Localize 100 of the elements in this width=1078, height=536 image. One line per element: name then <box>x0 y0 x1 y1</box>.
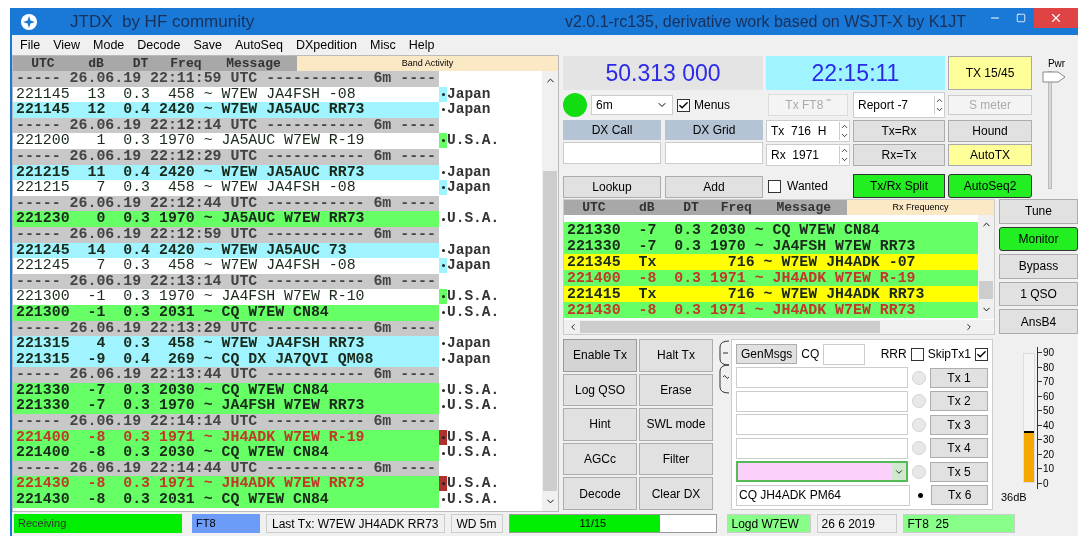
rx-frequency-spinner[interactable]: Rx 1971 <box>766 144 850 166</box>
slider-handle-icon[interactable] <box>1041 71 1066 83</box>
tx-button[interactable]: Tx 1 <box>930 367 988 388</box>
scroll-thumb[interactable] <box>979 281 993 299</box>
decode-row[interactable]: 221430 -8 0.3 2031 ~ CQ W7EW CN84 <box>13 492 439 508</box>
menu-item[interactable]: Decode <box>137 35 181 55</box>
decode-row[interactable]: 221230 0 0.3 1970 ~ JA5AUC W7EW RR73 <box>13 211 439 227</box>
control-button[interactable]: Decode <box>563 477 637 510</box>
tx-button[interactable]: Tx 5 <box>930 461 988 482</box>
close-icon[interactable] <box>1034 8 1078 28</box>
scrollbar[interactable] <box>978 215 994 319</box>
menu-item[interactable]: Help <box>408 35 435 55</box>
menu-item[interactable]: Misc <box>370 35 396 55</box>
scale-label: 50 <box>1042 405 1055 417</box>
tx-button[interactable]: Tx 3 <box>930 414 988 435</box>
dropdown-icon[interactable] <box>892 463 906 481</box>
radio-button[interactable] <box>912 370 926 385</box>
scale-label: 30 <box>1042 434 1055 446</box>
control-button[interactable]: Hint <box>563 408 637 441</box>
decode-row[interactable]: 221400 -8 0.3 2030 ~ CQ W7EW CN84 <box>13 445 439 461</box>
window-title: JTDX by HF community <box>70 10 255 33</box>
power-slider[interactable] <box>1041 71 1066 189</box>
band-select[interactable]: 6m <box>591 95 673 115</box>
genmsgs-button[interactable]: GenMsgs <box>736 344 798 364</box>
report-spinner[interactable]: Report -7 <box>853 92 945 118</box>
message-row[interactable]: 221400 -8 0.3 1971 ~ JH4ADK W7EW R-19 <box>564 270 978 286</box>
toggle-button[interactable]: Hound <box>948 120 1032 142</box>
menu-item[interactable]: AutoSeq <box>234 35 283 55</box>
message-field[interactable] <box>736 390 908 412</box>
menu-item[interactable]: View <box>53 35 81 55</box>
tx-period-button[interactable]: TX 15/45 <box>948 56 1032 90</box>
tx-frequency-spinner[interactable]: Tx 716 H <box>766 120 850 142</box>
control-button[interactable]: AGCc <box>563 442 637 476</box>
status-date: 26 6 2019 <box>816 513 897 533</box>
add-button[interactable]: Add <box>665 176 763 198</box>
side-button[interactable]: 1 QSO <box>999 281 1078 307</box>
country-label: Japan <box>447 351 491 368</box>
radio-button[interactable] <box>912 464 926 479</box>
decode-row[interactable]: 221330 -7 0.3 1970 ~ JA4FSH W7EW RR73 <box>13 398 439 415</box>
radio-button[interactable] <box>912 394 926 409</box>
horizontal-scrollbar[interactable] <box>564 320 994 334</box>
message-row[interactable]: 221415 Tx 716 ~ W7EW JH4ADK RR73 <box>564 286 978 302</box>
menu-item[interactable]: File <box>20 35 41 55</box>
tx-button[interactable]: Tx 6 <box>931 485 988 506</box>
scale-label: 60 <box>1042 390 1055 402</box>
control-button[interactable]: Erase <box>639 373 713 407</box>
radio-button[interactable] <box>912 441 926 456</box>
checkbox[interactable] <box>677 98 690 112</box>
control-button[interactable]: Filter <box>639 442 713 476</box>
message-row[interactable]: 221330 -7 0.3 1970 ~ JA4FSH W7EW RR73 <box>564 238 978 254</box>
radio-button[interactable] <box>912 417 926 432</box>
scrollbar[interactable] <box>542 71 558 511</box>
tx-button[interactable]: Tx 2 <box>930 391 988 412</box>
decode-row[interactable]: 221430 -8 0.3 1971 ~ JH4ADK W7EW RR73 <box>13 476 439 493</box>
message-row[interactable]: 221430 -8 0.3 1971 ~ JH4ADK W7EW RR73 <box>564 302 978 318</box>
menu-item[interactable]: Save <box>193 35 222 55</box>
side-button[interactable]: Monitor <box>999 226 1078 252</box>
checkbox[interactable] <box>768 179 781 193</box>
toggle-button[interactable]: AutoTX <box>948 144 1032 166</box>
toggle-button[interactable]: Tx=Rx <box>853 120 945 142</box>
message-combo[interactable] <box>736 461 908 483</box>
field-label: DX Grid <box>665 120 763 140</box>
message-field[interactable]: CQ JH4ADK PM64 <box>736 484 910 506</box>
column-header: UTC <box>581 200 607 215</box>
control-button[interactable]: Log QSO <box>563 373 637 407</box>
scroll-thumb[interactable] <box>543 171 557 491</box>
control-button[interactable]: Halt Tx <box>639 339 713 372</box>
message-field[interactable] <box>736 414 908 436</box>
split-button[interactable]: Tx/Rx Split <box>853 174 945 198</box>
bullet-icon <box>441 342 445 346</box>
tx-button[interactable]: Tx 4 <box>930 438 988 459</box>
autoseq-button[interactable]: AutoSeq2 <box>948 174 1032 198</box>
status-watchdog: WD 5m <box>450 513 503 533</box>
message-row[interactable]: 221345 Tx 716 ~ W7EW JH4ADK -07 <box>564 254 978 270</box>
message-field[interactable] <box>736 437 908 459</box>
message-row[interactable]: 221330 -7 0.3 2030 ~ CQ W7EW CN84 <box>564 222 978 238</box>
side-button[interactable]: AnsB4 <box>999 309 1078 334</box>
input-field[interactable] <box>563 142 661 164</box>
toggle-button[interactable]: Rx=Tx <box>853 144 945 166</box>
spin-arrows-icon <box>934 96 944 114</box>
control-button[interactable]: Enable Tx <box>563 339 637 372</box>
scroll-left-icon[interactable] <box>568 322 578 332</box>
checkbox[interactable] <box>975 347 988 361</box>
control-button[interactable]: Clear DX <box>639 477 713 510</box>
scroll-right-icon[interactable] <box>964 322 974 332</box>
message-field[interactable] <box>736 367 908 389</box>
menu-item[interactable]: Mode <box>93 35 125 55</box>
side-button[interactable]: Tune <box>999 199 1078 224</box>
decode-row[interactable]: 221145 12 0.4 2420 ~ W7EW JA5AUC RR73 <box>13 102 439 118</box>
input-field[interactable] <box>823 343 866 365</box>
menu-item[interactable]: DXpedition <box>295 35 358 55</box>
app-logo-icon <box>20 12 38 31</box>
checkbox-label: RRR <box>880 346 907 363</box>
country-label: U.S.A. <box>447 445 500 461</box>
control-button[interactable]: SWL mode <box>639 408 713 441</box>
side-button[interactable]: Bypass <box>999 254 1078 279</box>
input-field[interactable] <box>665 142 763 164</box>
lookup-button[interactable]: Lookup <box>563 176 661 198</box>
checkbox[interactable] <box>910 347 924 361</box>
decode-row[interactable]: 221315 4 0.3 458 ~ W7EW JA4FSH RR73 <box>13 336 439 352</box>
